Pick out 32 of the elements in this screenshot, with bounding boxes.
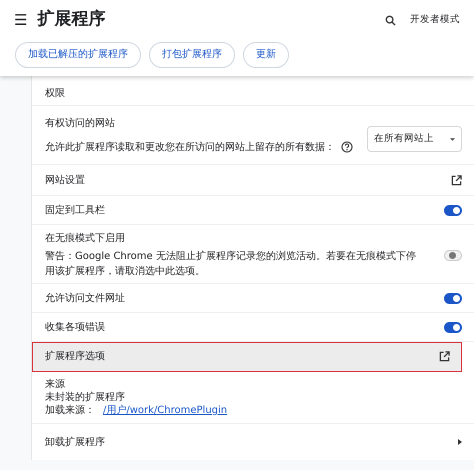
toolbar-button[interactable]: 更新 (243, 42, 289, 68)
toggle-switch[interactable] (444, 204, 462, 216)
row-label: 网站设置 (45, 174, 86, 188)
warning-text: 警告：Google Chrome 无法阻止扩展程序记录您的浏览活动。若要在无痕模式下停用该扩展程序，请取消选中此选项。 (45, 250, 417, 279)
external-link-icon[interactable] (451, 174, 462, 186)
toggle-switch[interactable] (444, 322, 462, 332)
toggle-switch[interactable] (444, 250, 462, 260)
caret-icon (450, 138, 455, 140)
setting-label: 固定到工具栏 (45, 204, 106, 218)
setting-label: 收集各项错误 (45, 320, 106, 334)
external-link-icon[interactable] (439, 351, 450, 362)
source-label: 加载来源： (45, 404, 95, 417)
toolbar-button[interactable]: 加载已解压的扩展程序 (15, 42, 141, 68)
section-heading: 权限 (45, 86, 65, 101)
section-label: 有权访问的网站 (45, 116, 116, 130)
submenu-arrow-icon[interactable] (458, 439, 462, 445)
page-title: 扩展程序 (37, 8, 106, 32)
source-path-link[interactable]: /用户/work/ChromePlugin (103, 404, 228, 417)
search-icon[interactable] (385, 14, 396, 26)
row-label: 卸载扩展程序 (45, 436, 106, 450)
toolbar-button[interactable]: 打包扩展程序 (149, 42, 235, 68)
permission-description: 允许此扩展程序读取和更改您在所访问的网站上留存的所有数据： (45, 140, 335, 154)
source-heading: 来源 (45, 378, 66, 391)
setting-label: 允许访问文件网址 (45, 292, 126, 306)
help-icon[interactable] (341, 141, 353, 153)
source-type: 未封装的扩展程序 (45, 391, 126, 404)
setting-label: 在无痕模式下启用 (45, 232, 126, 246)
toggle-switch[interactable] (444, 292, 462, 304)
menu-icon[interactable]: ☰ (14, 8, 28, 32)
developer-mode-label[interactable]: 开发者模式 (410, 12, 460, 28)
options-row[interactable]: 扩展程序选项 (32, 342, 462, 372)
site-access-dropdown[interactable]: 在所有网站上 (367, 126, 462, 152)
